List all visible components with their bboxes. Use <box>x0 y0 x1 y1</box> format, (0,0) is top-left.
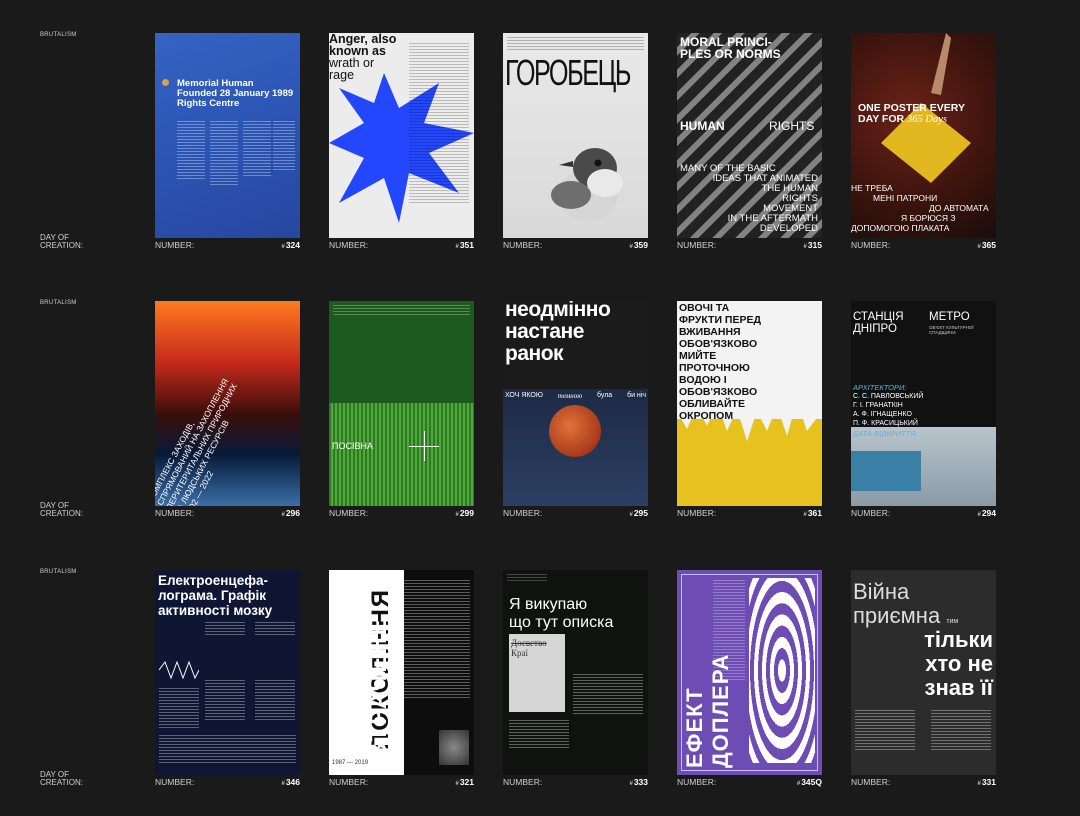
poster-number: 365 <box>977 240 996 250</box>
poster-359[interactable]: ГОРОБЕЦЬ <box>503 33 648 238</box>
poster-body-text <box>177 121 205 181</box>
poster-title: Memorial Human Founded 28 January 1989 R… <box>177 78 294 109</box>
poster-word: RIGHTS <box>769 119 815 133</box>
poster-meta: NUMBER: 361 <box>677 508 822 520</box>
poster-meta: NUMBER: 345Q <box>677 777 822 789</box>
poster-meta: NUMBER: 351 <box>329 240 474 252</box>
sign-image: Досвство Краї <box>509 634 565 712</box>
poster-title: ПОСІВНА <box>332 441 373 451</box>
row-tag: BRUTALISM <box>40 569 77 575</box>
poster-number: 315 <box>803 240 822 250</box>
poster-number: 294 <box>977 508 996 518</box>
poster-324[interactable]: Memorial Human Founded 28 January 1989 R… <box>155 33 300 238</box>
poster-number: 299 <box>455 508 474 518</box>
poster-meta: NUMBER: 295 <box>503 508 648 520</box>
poster-meta: NUMBER: 365 <box>851 240 996 252</box>
poster-meta: NUMBER: 333 <box>503 777 648 789</box>
poster-row-2: BRUTALISM DAY OF CREATION: КОМПЛЕКС ЗАХО… <box>0 300 1080 570</box>
poster-meta: NUMBER: 296 <box>155 508 300 520</box>
doppler-pattern <box>749 578 815 763</box>
poster-346[interactable]: Електроенцефа- лограма. Графік активност… <box>155 570 300 775</box>
poster-body-text <box>210 121 238 186</box>
poster-number: 331 <box>977 777 996 787</box>
poster-title: неодмінно настане ранок <box>505 301 611 365</box>
poster-title: ГОРОБЕЦЬ <box>505 52 631 93</box>
poster-title: МЕТРО <box>929 311 970 323</box>
sparrow-image <box>551 148 623 221</box>
poster-title: ONE POSTER EVERY DAY FOR 365 Days <box>858 102 965 126</box>
moon-icon <box>549 405 601 457</box>
poster-title: ОВОЧІ ТА ФРУКТИ ПЕРЕД ВЖИВАННЯ ОБОВ'ЯЗКО… <box>679 302 761 422</box>
poster-345Q[interactable]: ЕФЕКТ ДОПЛЕРА <box>677 570 822 775</box>
poster-row-3: BRUTALISM DAY OF CREATION: Електроенцефа… <box>0 569 1080 816</box>
poster-315[interactable]: MORAL PRINCI- PLES OR NORMS HUMAN RIGHTS… <box>677 33 822 238</box>
poster-number: 295 <box>629 508 648 518</box>
poster-meta: NUMBER: 294 <box>851 508 996 520</box>
poster-294[interactable]: СТАНЦІЯ ДНІПРО МЕТРО ОБ'ЄКТ КУЛЬТУРНОЇ С… <box>851 301 996 506</box>
dot-icon <box>162 79 169 86</box>
poster-meta: NUMBER: 346 <box>155 777 300 789</box>
field-image <box>329 403 474 506</box>
poster-number: 296 <box>281 508 300 518</box>
eeg-graph-icon <box>159 660 199 680</box>
poster-meta: NUMBER: 321 <box>329 777 474 789</box>
row-tag: BRUTALISM <box>40 300 77 306</box>
poster-351[interactable]: Anger, also known as wrath or rage <box>329 33 474 238</box>
day-of-creation-label: DAY OF CREATION: <box>40 233 83 250</box>
day-of-creation-label: DAY OF CREATION: <box>40 501 83 518</box>
poster-meta: NUMBER: 331 <box>851 777 996 789</box>
poster-meta: NUMBER: 299 <box>329 508 474 520</box>
poster-331[interactable]: Війна приємна тим тільки хто не знав її <box>851 570 996 775</box>
poster-number: 333 <box>629 777 648 787</box>
poster-321[interactable]: ПОКОЛІННЯ ВТРАЧЕНЕ 1987 — 2019 <box>329 570 474 775</box>
poster-body-text <box>409 43 469 203</box>
poster-number: 346 <box>281 777 300 787</box>
poster-body: НЕ ТРЕБА МЕНІ ПАТРОНИ ДО АВТОМАТА Я БОРЮ… <box>851 183 989 233</box>
poster-number: 345Q <box>797 777 822 787</box>
poster-meta: NUMBER: 324 <box>155 240 300 252</box>
poster-title: Війна приємна тим <box>853 579 959 628</box>
poster-title: СТАНЦІЯ ДНІПРО <box>853 311 904 335</box>
poster-row-1: BRUTALISM DAY OF CREATION: Memorial Huma… <box>0 32 1080 302</box>
architects-list: С. С. ПАВЛОВСЬКИЙ Г. І. ГРАНАТКІН А. Ф. … <box>853 393 924 427</box>
day-of-creation-label: DAY OF CREATION: <box>40 770 83 787</box>
poster-body-text <box>243 121 271 176</box>
poster-line: ХОЧ ЯКОЮ темною була би ніч <box>505 392 646 400</box>
poster-365[interactable]: ONE POSTER EVERY DAY FOR 365 Days НЕ ТРЕ… <box>851 33 996 238</box>
poster-title: Я викупаю що тут описка <box>509 596 614 631</box>
poster-number: 361 <box>803 508 822 518</box>
poster-299[interactable]: ПОСІВНА <box>329 301 474 506</box>
poster-body-text <box>333 305 470 315</box>
poster-title: КОМПЛЕКС ЗАХОДІВ, СПРЯМОВАНИЙ НА ЗАХОПЛЕ… <box>155 376 240 506</box>
poster-295[interactable]: неодмінно настане ранок ХОЧ ЯКОЮ темною … <box>503 301 648 506</box>
poster-meta: NUMBER: 315 <box>677 240 822 252</box>
poster-number: 321 <box>455 777 474 787</box>
poster-number: 359 <box>629 240 648 250</box>
poster-title: Електроенцефа- лограма. Графік активност… <box>158 573 273 618</box>
poster-body: MANY OF THE BASIC IDEAS THAT ANIMATED TH… <box>680 163 818 234</box>
poster-body-text <box>507 37 644 51</box>
poster-word: HUMAN <box>680 119 725 133</box>
poster-title: MORAL PRINCI- PLES OR NORMS <box>680 35 781 61</box>
poster-number: 351 <box>455 240 474 250</box>
poster-meta: NUMBER: 359 <box>503 240 648 252</box>
poster-number: 324 <box>281 240 300 250</box>
poster-333[interactable]: Я викупаю що тут описка Досвство Краї <box>503 570 648 775</box>
person-photo <box>439 730 469 765</box>
poster-body-text <box>273 121 295 171</box>
poster-296[interactable]: КОМПЛЕКС ЗАХОДІВ, СПРЯМОВАНИЙ НА ЗАХОПЛЕ… <box>155 301 300 506</box>
row-tag: BRUTALISM <box>40 32 77 38</box>
poster-361[interactable]: ОВОЧІ ТА ФРУКТИ ПЕРЕД ВЖИВАННЯ ОБОВ'ЯЗКО… <box>677 301 822 506</box>
